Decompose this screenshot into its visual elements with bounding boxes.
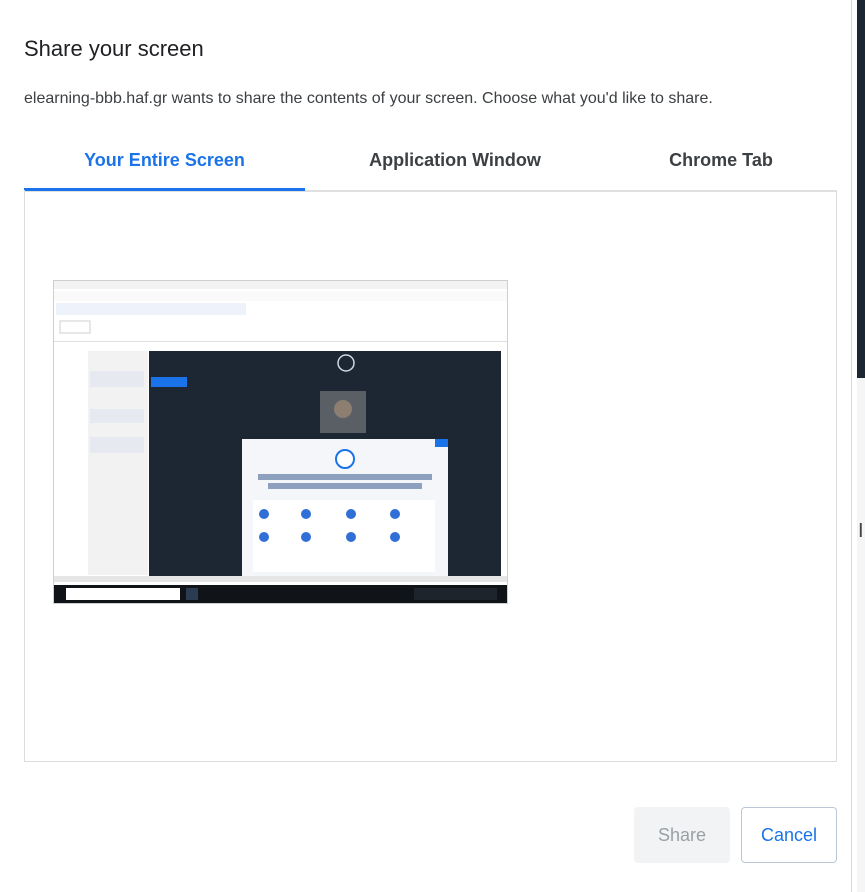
screen-preview-image xyxy=(54,281,507,603)
cancel-button[interactable]: Cancel xyxy=(741,807,837,863)
background-page-strip xyxy=(857,378,865,892)
background-page-dark-region xyxy=(857,0,865,378)
tab-chrome-tab[interactable]: Chrome Tab xyxy=(605,140,837,188)
background-page-glyph: I xyxy=(858,520,864,542)
dialog-subtitle: elearning-bbb.haf.gr wants to share the … xyxy=(24,90,713,107)
source-tabs: Your Entire Screen Application Window Ch… xyxy=(24,140,837,192)
entire-screen-thumbnail[interactable] xyxy=(53,280,508,604)
share-screen-dialog: Share your screen elearning-bbb.haf.gr w… xyxy=(0,0,852,892)
tab-application-window[interactable]: Application Window xyxy=(305,140,605,188)
share-button[interactable]: Share xyxy=(634,807,730,863)
dialog-title: Share your screen xyxy=(24,36,204,61)
tab-entire-screen[interactable]: Your Entire Screen xyxy=(24,140,305,191)
